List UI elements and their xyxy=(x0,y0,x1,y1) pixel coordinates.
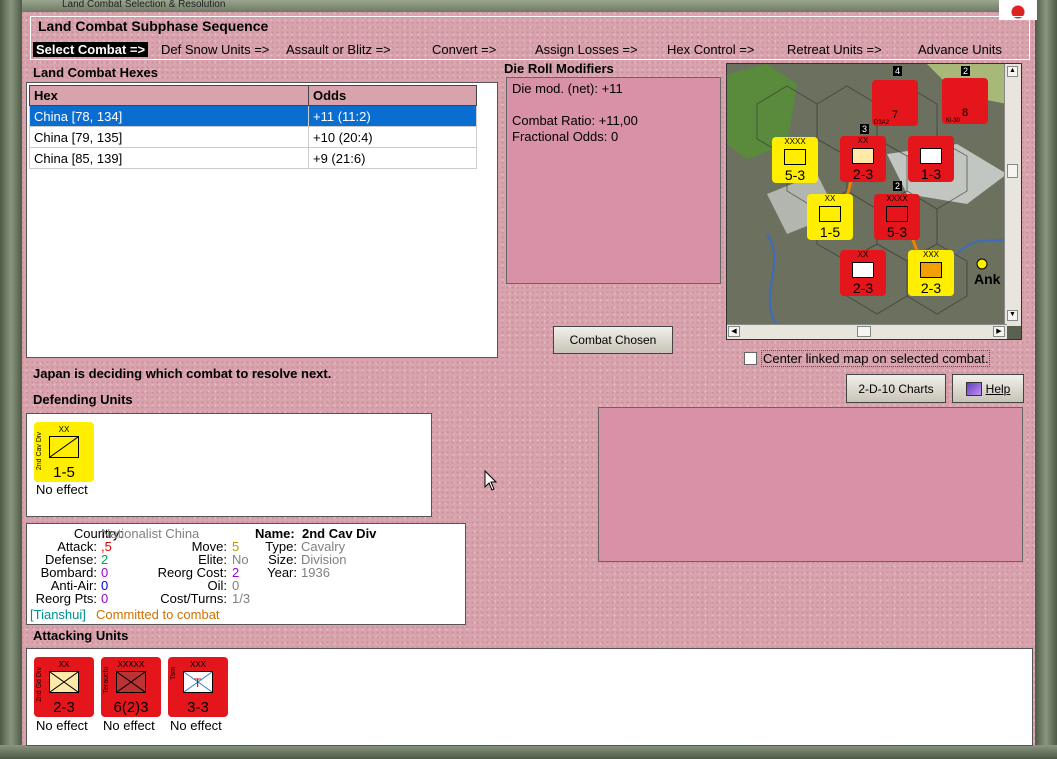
window-title: Land Combat Selection & Resolution xyxy=(22,0,1035,12)
window-frame-left xyxy=(0,0,22,759)
unit-location: [Tianshui] xyxy=(30,607,86,622)
map-counter[interactable]: XX 1-5 xyxy=(807,194,853,240)
stack-number: 2 xyxy=(893,181,903,191)
hex-cell[interactable]: China [85, 139] xyxy=(29,147,309,169)
drm-fractional-odds: Fractional Odds: 0 xyxy=(512,129,619,144)
reorgpts-value: 0 xyxy=(101,591,109,606)
hexes-table-panel: Hex Odds China [78, 134] +11 (11:2) Chin… xyxy=(26,82,498,358)
scroll-up-arrow-icon[interactable]: ▲ xyxy=(1007,66,1018,77)
unit-status: Committed to combat xyxy=(96,607,220,622)
drm-label: Die Roll Modifiers xyxy=(504,61,614,76)
odds-cell[interactable]: +11 (11:2) xyxy=(308,105,477,127)
attacking-unit-counter[interactable]: XXX Tsm T 3-3 xyxy=(168,657,228,717)
hexes-table: Hex Odds China [78, 134] +11 (11:2) Chin… xyxy=(29,85,477,169)
year-value: 1936 xyxy=(301,565,330,580)
costturns-value: 1/3 xyxy=(232,591,251,606)
map-counter[interactable]: XX 2-3 xyxy=(840,250,886,296)
land-combat-window: Land Combat Selection & Resolution Land … xyxy=(0,0,1057,759)
defending-unit-counter[interactable]: XX 2nd Cav Div 1-5 xyxy=(34,422,94,482)
combat-result-panel xyxy=(598,407,1023,562)
attacking-unit-effect: No effect xyxy=(103,718,155,733)
hex-cell[interactable]: China [78, 134] xyxy=(29,105,309,127)
hex-cell[interactable]: China [79, 135] xyxy=(29,126,309,148)
defending-units-label: Defending Units xyxy=(33,392,133,407)
map-counter[interactable]: 1-3 xyxy=(908,136,954,182)
window-frame-bottom xyxy=(0,745,1057,759)
map-counter[interactable]: XXX 2-3 xyxy=(908,250,954,296)
phase-step-advance: Advance Units xyxy=(918,42,1002,57)
stack-number: 3 xyxy=(860,124,870,134)
column-header-odds[interactable]: Odds xyxy=(308,85,477,106)
aircraft-label: Ki-30 xyxy=(946,118,961,124)
center-map-checkbox-label[interactable]: Center linked map on selected combat. xyxy=(761,350,991,367)
army-symbol-icon xyxy=(116,671,146,693)
scroll-left-arrow-icon[interactable]: ◀ xyxy=(728,326,740,337)
odds-cell[interactable]: +9 (21:6) xyxy=(308,147,477,169)
map-counter[interactable]: XXXX 5-3 xyxy=(772,137,818,183)
defending-unit-effect: No effect xyxy=(36,482,88,497)
drm-combat-ratio: Combat Ratio: +11,00 xyxy=(512,113,638,128)
phase-step-assign-losses: Assign Losses => xyxy=(535,42,638,57)
subphase-title: Land Combat Subphase Sequence xyxy=(38,18,269,34)
combat-chosen-button[interactable]: Combat Chosen xyxy=(553,326,673,354)
aircraft-label: D3A2 xyxy=(874,120,890,126)
column-header-hex[interactable]: Hex xyxy=(29,85,309,106)
svg-text:T: T xyxy=(194,676,202,690)
country-value: Nationalist China xyxy=(101,526,200,541)
hexes-label: Land Combat Hexes xyxy=(33,65,158,80)
stack-number: 2 xyxy=(961,66,971,76)
table-row[interactable]: China [85, 139] +9 (21:6) xyxy=(29,147,477,169)
phase-step-hex-control: Hex Control => xyxy=(667,42,755,57)
map-counter[interactable]: 8 Ki-30 xyxy=(942,78,988,124)
phase-step-retreat: Retreat Units => xyxy=(787,42,882,57)
cavalry-symbol-icon xyxy=(49,436,79,458)
scroll-thumb-vertical[interactable] xyxy=(1007,164,1018,178)
scroll-thumb-horizontal[interactable] xyxy=(857,326,871,337)
center-map-checkbox[interactable] xyxy=(744,352,757,365)
map-counter[interactable]: XXXX 5-3 xyxy=(874,194,920,240)
drm-panel: Die mod. (net): +11 Combat Ratio: +11,00… xyxy=(506,77,721,284)
phase-step-select-combat: Select Combat => xyxy=(33,42,149,57)
table-row[interactable]: China [78, 134] +11 (11:2) xyxy=(29,105,477,127)
map-place-label: Ank xyxy=(974,271,1001,287)
stack-number: 4 xyxy=(893,66,903,76)
map-vertical-scrollbar[interactable]: ▲ ▼ xyxy=(1004,64,1021,326)
table-header: Hex Odds xyxy=(29,85,477,106)
attacking-unit-effect: No effect xyxy=(36,718,88,733)
attacking-units-label: Attacking Units xyxy=(33,628,129,643)
attacking-unit-counter[interactable]: XXXXX Terauchi 6(2)3 xyxy=(101,657,161,717)
attacking-unit-effect: No effect xyxy=(170,718,222,733)
help-button[interactable]: Help xyxy=(952,374,1024,403)
phase-step-def-snow: Def Snow Units => xyxy=(161,42,270,57)
infantry-symbol-icon xyxy=(49,671,79,693)
mouse-cursor-icon xyxy=(484,470,498,491)
status-message: Japan is deciding which combat to resolv… xyxy=(33,366,332,381)
scroll-right-arrow-icon[interactable]: ▶ xyxy=(993,326,1005,337)
charts-button[interactable]: 2-D-10 Charts xyxy=(846,374,946,403)
window-frame-right xyxy=(1035,0,1057,759)
map-counter[interactable]: XX 2-3 xyxy=(840,136,886,182)
scroll-down-arrow-icon[interactable]: ▼ xyxy=(1007,310,1018,321)
help-book-icon xyxy=(965,381,982,396)
phase-step-assault-blitz: Assault or Blitz => xyxy=(286,42,391,57)
map-horizontal-scrollbar[interactable]: ◀ ▶ xyxy=(727,324,1007,339)
map-counter[interactable]: 7 D3A2 xyxy=(872,80,918,126)
table-row[interactable]: China [79, 135] +10 (20:4) xyxy=(29,126,477,148)
linked-map[interactable]: 7 D3A2 8 Ki-30 4 2 3 2 XXXX 5-3 XX 2-3 1-3 X… xyxy=(726,63,1022,340)
odds-cell[interactable]: +10 (20:4) xyxy=(308,126,477,148)
hq-symbol-icon: T xyxy=(183,671,213,693)
phase-step-convert: Convert => xyxy=(432,42,497,57)
unit-info-panel: Country: Nationalist China Attack: ,5 De… xyxy=(26,523,466,625)
attacking-unit-counter[interactable]: XX 2nd Gd Div 2-3 xyxy=(34,657,94,717)
help-button-label: Help xyxy=(985,381,1011,396)
drm-net: Die mod. (net): +11 xyxy=(512,81,623,96)
